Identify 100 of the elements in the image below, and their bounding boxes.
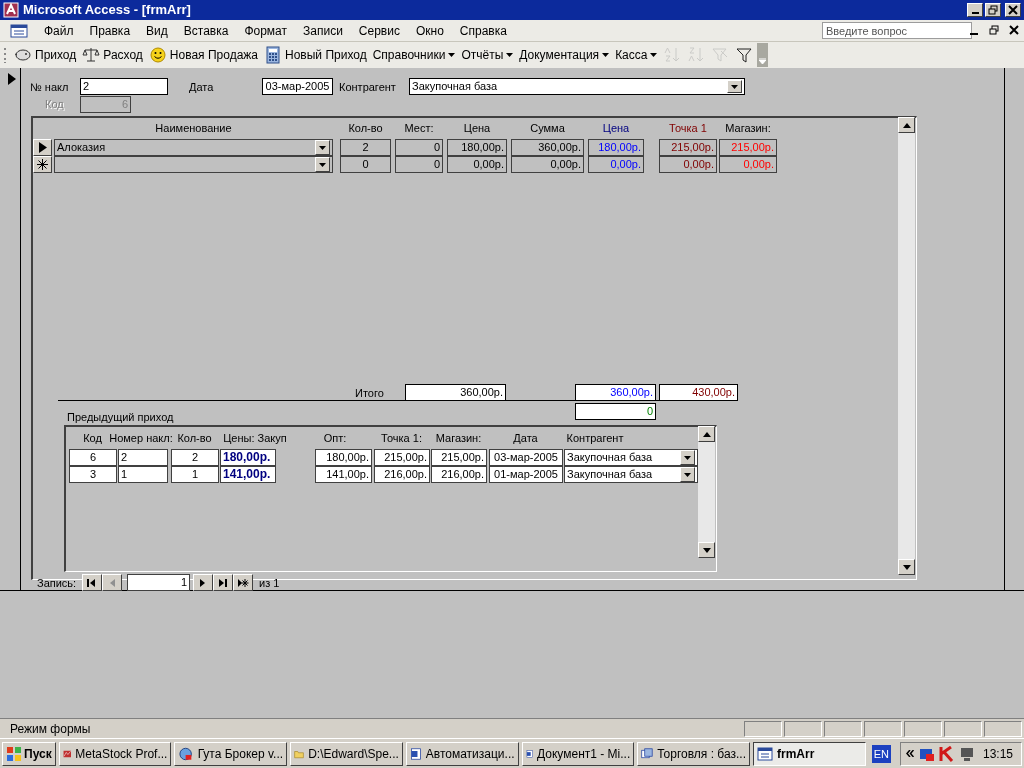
form-icon [757,745,773,762]
column-header: Кол-во [176,431,213,445]
scroll-down-button[interactable] [698,542,715,558]
menu-item[interactable]: Вставка [175,20,237,41]
total-label: Итого [355,386,384,400]
table-cell: 180,00р. [588,139,644,156]
minimize-button[interactable] [967,3,983,17]
table-cell: 0 [395,139,443,156]
table-cell: 1 [171,466,219,483]
dropdown-button[interactable] [315,157,330,172]
name-combo-box[interactable] [54,156,333,173]
menu-item[interactable]: Окно [407,20,452,41]
record-pointer-icon [8,73,16,85]
last-record-button[interactable] [213,574,233,591]
dropdown-button[interactable] [315,140,330,155]
caret-icon [448,52,456,58]
partner-combo-box[interactable]: Закупочная база [409,78,745,95]
menu-item[interactable]: Вид [138,20,176,41]
restore-button[interactable] [985,3,1001,17]
column-header: Магазин: [434,431,483,445]
toolbar-button[interactable]: Справочники [370,44,458,66]
smiley-icon [148,46,167,64]
table-cell: 0,00р. [588,156,644,173]
toolbar-button[interactable]: Отчёты [459,44,516,66]
caret-down-icon [702,547,711,553]
language-indicator[interactable]: EN [871,744,891,763]
taskbar-button[interactable]: MetaStock Prof... [58,741,172,766]
table-cell: 0,00р. [511,156,584,173]
taskbar-button[interactable]: Гута Брокер v... [174,741,288,766]
field-label: № накл [30,80,69,94]
toolbar-button[interactable]: Документация [517,44,612,66]
table-cell: 01-мар-2005 [489,466,563,483]
column-header: Номер накл: [108,431,174,445]
name-combo-box[interactable]: Алоказия [54,139,333,156]
field-label: Код [45,97,64,111]
menu-item[interactable]: Записи [295,20,351,41]
table-cell: 215,00р. [374,449,430,466]
menu-item[interactable]: Правка [81,20,139,41]
taskbar-button[interactable]: Торговля : баз... [637,741,750,766]
record-number-field[interactable]: 1 [127,574,190,591]
close-button[interactable] [1008,24,1020,36]
close-icon [1008,5,1018,15]
section-label: Предыдущий приход [67,410,174,424]
piggy-bank-icon [14,46,32,64]
vertical-scrollbar[interactable] [698,426,715,558]
record-selector[interactable] [33,139,52,156]
table-cell: 360,00р. [511,139,584,156]
next-record-button[interactable] [193,574,213,591]
column-header: Опт: [322,431,348,445]
taskbar-button[interactable]: Автоматизаци... [405,741,519,766]
menu-item[interactable]: Файл [36,20,82,41]
menu-item[interactable]: Формат [236,20,296,41]
partner-combo-box[interactable]: Закупочная база [564,466,698,483]
monitor-icon [959,745,975,762]
taskbar-button[interactable]: frmArr [753,741,866,766]
toolbar-button[interactable]: Новый Приход [262,44,369,66]
menu-item[interactable]: Сервис [350,20,408,41]
dropdown-button[interactable] [680,467,695,482]
scroll-up-button[interactable] [698,426,715,442]
taskbar-button[interactable]: Документ1 - Mi... [521,741,635,766]
document-icon [409,745,422,762]
toolbar-button[interactable]: Новая Продажа [146,44,260,66]
date-field[interactable]: 03-мар-2005 [262,78,333,95]
help-search-field[interactable]: Введите вопрос [822,22,972,39]
partner-combo-box[interactable]: Закупочная база [564,449,698,466]
vertical-scrollbar[interactable] [898,117,915,575]
table-cell: 0,00р. [659,156,717,173]
dropdown-button[interactable] [680,450,695,465]
column-header: Мест: [403,121,435,135]
record-selector[interactable] [33,156,52,173]
dropdown-button[interactable] [727,80,742,93]
toolbar-button[interactable]: Касса [613,44,660,66]
status-text: Режим формы [9,720,92,738]
difference-field: 0 [575,403,656,420]
filter-icon [735,46,754,64]
caret-icon [506,52,514,58]
asterisk-icon [37,159,48,170]
start-button[interactable]: Пуск [2,741,56,766]
column-header: Цены: Закуп [222,431,288,445]
field-label: Дата [189,80,214,94]
table-cell: 180,00р. [220,449,276,466]
restore-button[interactable] [988,24,1000,36]
table-cell: 141,00р. [220,466,276,483]
table-cell: 2 [340,139,391,156]
new-record-button[interactable] [233,574,253,591]
scroll-down-button[interactable] [898,559,915,575]
first-record-button[interactable] [82,574,102,591]
form-icon [10,23,28,38]
calculator-icon [264,46,282,64]
scroll-up-button[interactable] [898,117,915,133]
first-record-icon [86,578,98,587]
toolbar-button[interactable]: Расход [80,44,145,66]
column-header: Точка 1: [380,431,423,445]
record-label: Запись: [37,576,77,590]
k-letter-icon [939,745,955,762]
invoice-number-field[interactable]: 2 [80,78,168,95]
taskbar-button[interactable]: D:\Edward\Spe... [290,741,403,766]
menu-item[interactable]: Справка [451,20,515,41]
toolbar-button[interactable]: Приход [12,44,79,66]
table-cell: 141,00р. [315,466,372,483]
